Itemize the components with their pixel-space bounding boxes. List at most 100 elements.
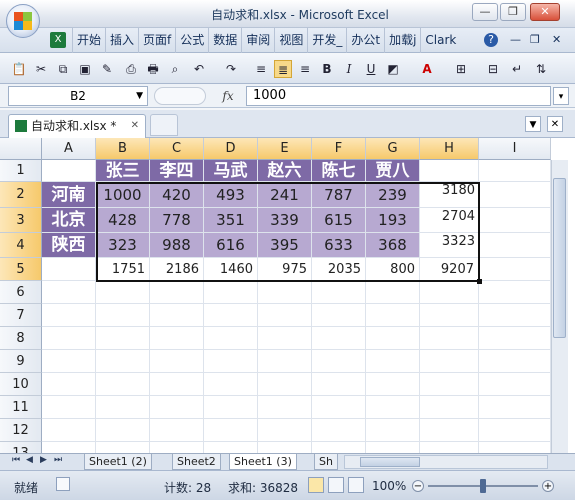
cell[interactable] (42, 396, 96, 419)
close-button[interactable]: ✕ (530, 3, 560, 21)
header-cell[interactable]: 马武 (204, 160, 258, 182)
zoom-slider-thumb[interactable] (480, 479, 486, 493)
cell[interactable] (258, 350, 312, 373)
data-cell[interactable]: 368 (366, 233, 420, 258)
cell[interactable] (479, 304, 551, 327)
column-total-cell[interactable]: 800 (366, 258, 420, 281)
redo-icon[interactable]: ↷ (222, 60, 240, 78)
cell[interactable] (204, 281, 258, 304)
cell[interactable] (420, 304, 479, 327)
column-total-cell[interactable]: 975 (258, 258, 312, 281)
undo-icon[interactable]: ↶ (190, 60, 208, 78)
cell[interactable] (479, 233, 551, 258)
sort-icon[interactable]: ⇅ (532, 60, 550, 78)
cell[interactable] (312, 419, 366, 442)
province-cell[interactable]: 河南 (42, 182, 96, 208)
cell[interactable] (204, 419, 258, 442)
cell[interactable] (312, 396, 366, 419)
print-icon[interactable]: 🖶 (144, 60, 162, 78)
cell[interactable] (96, 373, 150, 396)
data-cell[interactable]: 323 (96, 233, 150, 258)
data-cell[interactable]: 339 (258, 208, 312, 233)
align-right-icon[interactable]: ≡ (296, 60, 314, 78)
cell[interactable] (150, 350, 204, 373)
last-sheet-icon[interactable]: ⏭ (54, 455, 62, 465)
ribbon-tab[interactable]: 开发_ (307, 28, 346, 53)
document-tab[interactable]: 自动求和.xlsx * ✕ (8, 114, 146, 138)
horizontal-scroll-thumb[interactable] (360, 457, 420, 467)
macro-record-icon[interactable] (56, 477, 70, 491)
row-header-8[interactable]: 8 (0, 327, 42, 350)
cell[interactable] (479, 160, 551, 182)
data-cell[interactable]: 633 (312, 233, 366, 258)
minimize-button[interactable]: — (472, 3, 498, 21)
cell[interactable] (420, 327, 479, 350)
expand-formula-bar-button[interactable]: ▾ (553, 87, 569, 105)
cell[interactable] (366, 281, 420, 304)
data-cell[interactable]: 395 (258, 233, 312, 258)
row-header-7[interactable]: 7 (0, 304, 42, 327)
cell[interactable] (420, 396, 479, 419)
cell[interactable] (204, 327, 258, 350)
header-cell[interactable]: 李四 (150, 160, 204, 182)
zoom-out-icon[interactable]: − (412, 480, 424, 492)
column-header-F[interactable]: F (312, 138, 366, 160)
next-sheet-icon[interactable]: ▶ (40, 455, 47, 465)
office-button[interactable] (6, 4, 40, 38)
cell[interactable] (479, 258, 551, 281)
excel-icon[interactable]: X (50, 32, 66, 48)
ribbon-tab[interactable]: 审阅 (241, 28, 274, 53)
fill-color-icon[interactable]: ◩ (384, 60, 402, 78)
cell[interactable] (479, 350, 551, 373)
page-break-view-icon[interactable] (348, 477, 364, 493)
cell[interactable] (312, 304, 366, 327)
first-sheet-icon[interactable]: ⏮ (12, 455, 20, 465)
cell[interactable] (366, 304, 420, 327)
column-header-H[interactable]: H (420, 138, 479, 160)
restore-button[interactable]: ❐ (500, 3, 526, 21)
grand-total-cell[interactable]: 9207 (420, 258, 479, 281)
ribbon-tab[interactable]: 加载j (384, 28, 420, 53)
data-cell[interactable]: 615 (312, 208, 366, 233)
row-header-12[interactable]: 12 (0, 419, 42, 442)
column-total-cell[interactable]: 1751 (96, 258, 150, 281)
cell[interactable] (258, 304, 312, 327)
column-total-cell[interactable]: 1460 (204, 258, 258, 281)
column-header-C[interactable]: C (150, 138, 204, 160)
cell[interactable] (366, 419, 420, 442)
column-total-cell[interactable]: 2035 (312, 258, 366, 281)
cell[interactable] (479, 208, 551, 233)
cell[interactable] (204, 373, 258, 396)
cell[interactable] (258, 327, 312, 350)
column-total-cell[interactable]: 2186 (150, 258, 204, 281)
cell[interactable] (204, 396, 258, 419)
data-cell[interactable]: 616 (204, 233, 258, 258)
data-cell[interactable]: 1000 (96, 182, 150, 208)
data-cell[interactable]: 351 (204, 208, 258, 233)
cell[interactable] (42, 419, 96, 442)
vertical-scroll-thumb[interactable] (553, 178, 566, 338)
new-document-tab[interactable] (150, 114, 178, 136)
row-header-3[interactable]: 3 (0, 208, 42, 233)
data-cell[interactable]: 193 (366, 208, 420, 233)
cell[interactable] (479, 419, 551, 442)
fill-handle[interactable] (477, 279, 482, 284)
bold-icon[interactable]: B (318, 60, 336, 78)
save-icon[interactable]: ▣ (76, 60, 94, 78)
data-cell[interactable]: 428 (96, 208, 150, 233)
help-icon[interactable]: ? (484, 33, 498, 47)
page-layout-view-icon[interactable] (328, 477, 344, 493)
data-cell[interactable]: 988 (150, 233, 204, 258)
cell[interactable] (204, 304, 258, 327)
ribbon-tab[interactable]: 办公t (346, 28, 384, 53)
formula-input[interactable]: 1000 (246, 86, 551, 106)
cell[interactable] (258, 373, 312, 396)
merge-icon[interactable]: ⊟ (484, 60, 502, 78)
cell[interactable] (150, 373, 204, 396)
row-header-2[interactable]: 2 (0, 182, 42, 208)
column-header-A[interactable]: A (42, 138, 96, 160)
cell[interactable] (42, 258, 96, 281)
column-header-B[interactable]: B (96, 138, 150, 160)
cell[interactable] (150, 304, 204, 327)
ribbon-tab[interactable]: 公式 (175, 28, 208, 53)
